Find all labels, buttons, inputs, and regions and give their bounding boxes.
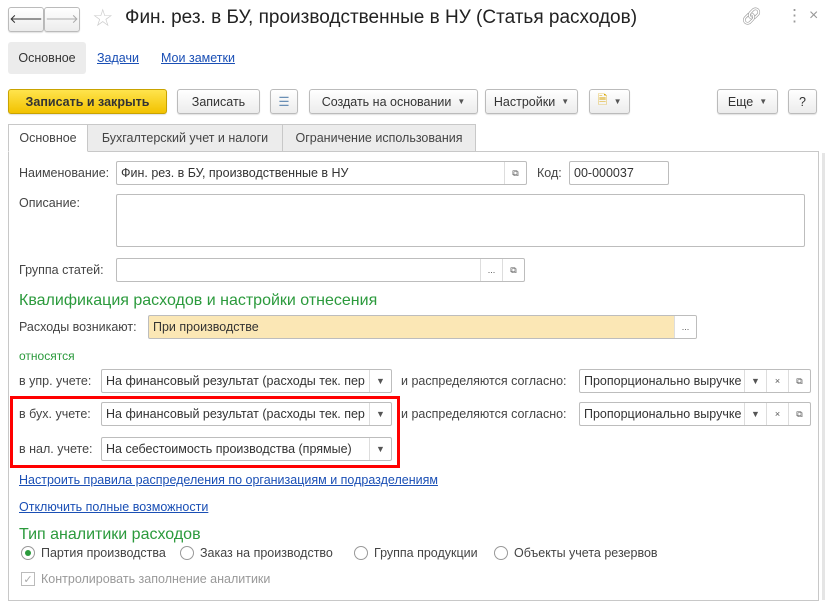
mgmt-label: в упр. учете:	[19, 374, 92, 388]
rules-link[interactable]: Настроить правила распределения по орган…	[19, 473, 438, 487]
group-field[interactable]: ... ⧉	[116, 258, 525, 282]
scrollbar[interactable]	[822, 153, 825, 600]
create-based-button[interactable]: Создать на основании ▼	[309, 89, 478, 114]
nav-notes[interactable]: Мои заметки	[161, 51, 235, 65]
settings-button[interactable]: Настройки ▼	[485, 89, 578, 114]
mgmt-dist-select[interactable]: Пропорционально выручке ▼ × ⧉	[579, 369, 811, 393]
close-icon[interactable]: ×	[809, 7, 818, 25]
mgmt-select[interactable]: На финансовый результат (расходы тек. пе…	[101, 369, 392, 393]
radio-group[interactable]: Группа продукции	[354, 546, 478, 560]
select-button[interactable]: ...	[480, 259, 502, 281]
report-icon: 🗎	[597, 93, 608, 107]
desc-field[interactable]	[116, 194, 805, 247]
help-button[interactable]: ?	[788, 89, 817, 114]
clear-icon[interactable]: ×	[766, 370, 788, 392]
link-icon[interactable]: 🔗︎	[741, 7, 763, 27]
clear-icon[interactable]: ×	[766, 403, 788, 425]
more-icon[interactable]: ⋮	[786, 6, 803, 26]
group-label: Группа статей:	[19, 263, 104, 277]
list-icon[interactable]: ☰	[270, 89, 298, 114]
back-button[interactable]: 🡐	[8, 7, 44, 32]
analytics-heading: Тип аналитики расходов	[19, 526, 201, 543]
mgmt-dist-label: и распределяются согласно:	[401, 374, 567, 388]
forward-button[interactable]: 🡒	[44, 7, 80, 32]
desc-label: Описание:	[19, 196, 80, 210]
arise-label: Расходы возникают:	[19, 320, 137, 334]
tab-main[interactable]: Основное	[8, 124, 88, 152]
acc-dist-label: и распределяются согласно:	[401, 407, 567, 421]
select-button[interactable]: ...	[674, 316, 696, 338]
nav-tasks[interactable]: Задачи	[97, 51, 139, 65]
acc-dist-select[interactable]: Пропорционально выручке ▼ × ⧉	[579, 402, 811, 426]
window-title: Фин. рез. в БУ, производственные в НУ (С…	[125, 7, 638, 28]
chevron-down-icon[interactable]: ▼	[744, 370, 766, 392]
control-checkbox[interactable]: ✓ Контролировать заполнение аналитики	[21, 572, 270, 586]
open-icon[interactable]: ⧉	[502, 259, 524, 281]
radio-batch[interactable]: Партия производства	[21, 546, 166, 560]
disable-link[interactable]: Отключить полные возможности	[19, 500, 208, 514]
report-button[interactable]: 🗎 ▼	[589, 89, 630, 114]
open-icon[interactable]: ⧉	[788, 370, 810, 392]
open-icon[interactable]: ⧉	[504, 162, 526, 184]
highlight-box	[10, 396, 400, 468]
star-icon[interactable]: ☆	[92, 4, 114, 33]
chevron-down-icon[interactable]: ▼	[744, 403, 766, 425]
save-close-button[interactable]: Записать и закрыть	[8, 89, 167, 114]
more-button[interactable]: Еще ▼	[717, 89, 778, 114]
nav-main[interactable]: Основное	[8, 42, 86, 74]
code-field[interactable]: 00-000037	[569, 161, 669, 185]
name-label: Наименование:	[19, 166, 110, 180]
radio-order[interactable]: Заказ на производство	[180, 546, 333, 560]
name-field[interactable]: Фин. рез. в БУ, производственные в НУ ⧉	[116, 161, 527, 185]
radio-reserves[interactable]: Объекты учета резервов	[494, 546, 658, 560]
chevron-down-icon[interactable]: ▼	[369, 370, 391, 392]
qual-heading: Квалификация расходов и настройки отнесе…	[19, 292, 378, 309]
arise-field[interactable]: При производстве...	[148, 315, 697, 339]
open-icon[interactable]: ⧉	[788, 403, 810, 425]
tab-accounting[interactable]: Бухгалтерский учет и налоги	[87, 124, 283, 152]
code-label: Код:	[537, 166, 562, 180]
tab-restrictions[interactable]: Ограничение использования	[282, 124, 476, 152]
save-button[interactable]: Записать	[177, 89, 260, 114]
relate-label: относятся	[19, 349, 75, 363]
